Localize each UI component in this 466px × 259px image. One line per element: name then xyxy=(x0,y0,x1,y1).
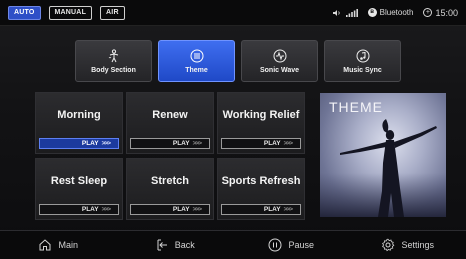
program-title: Rest Sleep xyxy=(50,175,108,187)
program-card-rest-sleep[interactable]: Rest Sleep PLAY >>> xyxy=(35,158,123,220)
chevrons-right-icon: >>> xyxy=(283,140,293,147)
program-card-morning[interactable]: Morning PLAY >>> xyxy=(35,92,123,154)
body-icon xyxy=(108,48,118,62)
back-icon xyxy=(157,239,167,251)
play-label: PLAY xyxy=(263,206,281,213)
nav-settings-button[interactable]: Settings xyxy=(350,238,466,252)
play-label: PLAY xyxy=(81,206,99,213)
bluetooth-status[interactable]: ʙ Bluetooth xyxy=(367,8,414,17)
signal-indicator xyxy=(332,8,358,17)
nav-main-button[interactable]: Main xyxy=(0,238,117,252)
program-title: Stretch xyxy=(151,175,189,187)
tab-music-sync[interactable]: Music Sync xyxy=(324,40,401,82)
home-icon xyxy=(39,239,51,251)
play-button[interactable]: PLAY >>> xyxy=(130,204,210,215)
massage-chair-screen: AUTO MANUAL AIR ʙ Bluetooth + 15:00 Body… xyxy=(0,0,466,259)
chevrons-right-icon: >>> xyxy=(101,206,111,213)
mode-manual-button[interactable]: MANUAL xyxy=(48,5,93,20)
program-title: Renew xyxy=(152,109,188,121)
tab-body-section[interactable]: Body Section xyxy=(75,40,152,82)
theme-preview-image: THEME xyxy=(320,93,446,217)
play-button[interactable]: PLAY >>> xyxy=(130,138,210,149)
gear-icon xyxy=(382,238,395,252)
tab-label: Sonic Wave xyxy=(259,66,300,74)
nav-label: Back xyxy=(174,240,195,250)
program-grid: Morning PLAY >>> Renew PLAY >>> Working … xyxy=(35,92,315,220)
play-button[interactable]: PLAY >>> xyxy=(39,204,119,215)
clock: + 15:00 xyxy=(423,8,458,18)
mode-air-button[interactable]: AIR xyxy=(100,5,125,20)
chevrons-right-icon: >>> xyxy=(192,206,202,213)
program-card-stretch[interactable]: Stretch PLAY >>> xyxy=(126,158,214,220)
nav-label: Main xyxy=(58,240,78,250)
play-button[interactable]: PLAY >>> xyxy=(221,138,301,149)
program-card-renew[interactable]: Renew PLAY >>> xyxy=(126,92,214,154)
bottom-nav: Main Back Pause Settings xyxy=(0,230,466,259)
theme-title: THEME xyxy=(329,99,383,115)
program-title: Sports Refresh xyxy=(221,175,301,187)
program-card-sports-refresh[interactable]: Sports Refresh PLAY >>> xyxy=(217,158,305,220)
program-title: Working Relief xyxy=(222,109,300,121)
mode-auto-button[interactable]: AUTO xyxy=(8,5,41,20)
play-label: PLAY xyxy=(263,140,281,147)
bluetooth-icon: ʙ xyxy=(367,8,377,17)
add-circle-icon: + xyxy=(423,8,433,17)
tab-label: Music Sync xyxy=(343,66,382,74)
play-button[interactable]: PLAY >>> xyxy=(221,204,301,215)
bluetooth-label: Bluetooth xyxy=(379,8,414,17)
program-title: Morning xyxy=(57,109,101,121)
play-label: PLAY xyxy=(172,140,190,147)
pause-icon xyxy=(268,238,282,252)
play-button[interactable]: PLAY >>> xyxy=(39,138,119,149)
status-indicators: ʙ Bluetooth + 15:00 xyxy=(332,8,458,18)
sonic-wave-icon xyxy=(273,49,286,62)
clock-time: 15:00 xyxy=(435,7,458,18)
tab-label: Theme xyxy=(185,66,208,74)
nav-label: Pause xyxy=(288,240,315,250)
chevrons-right-icon: >>> xyxy=(101,140,111,147)
status-bar: AUTO MANUAL AIR ʙ Bluetooth + 15:00 xyxy=(0,0,466,26)
tab-sonic-wave[interactable]: Sonic Wave xyxy=(241,40,318,82)
play-label: PLAY xyxy=(81,140,99,147)
signal-bars-icon xyxy=(345,8,358,17)
tab-label: Body Section xyxy=(91,66,136,74)
theme-icon xyxy=(190,49,203,62)
nav-pause-button[interactable]: Pause xyxy=(233,238,350,252)
category-tabs: Body Section Theme Sonic Wave Music Sync xyxy=(75,40,405,82)
tab-theme[interactable]: Theme xyxy=(158,40,235,82)
music-sync-icon xyxy=(356,49,369,62)
chevrons-right-icon: >>> xyxy=(192,140,202,147)
volume-icon xyxy=(332,9,340,16)
play-label: PLAY xyxy=(172,206,190,213)
chevrons-right-icon: >>> xyxy=(283,206,293,213)
nav-back-button[interactable]: Back xyxy=(117,238,234,252)
program-card-working-relief[interactable]: Working Relief PLAY >>> xyxy=(217,92,305,154)
nav-label: Settings xyxy=(401,240,435,250)
